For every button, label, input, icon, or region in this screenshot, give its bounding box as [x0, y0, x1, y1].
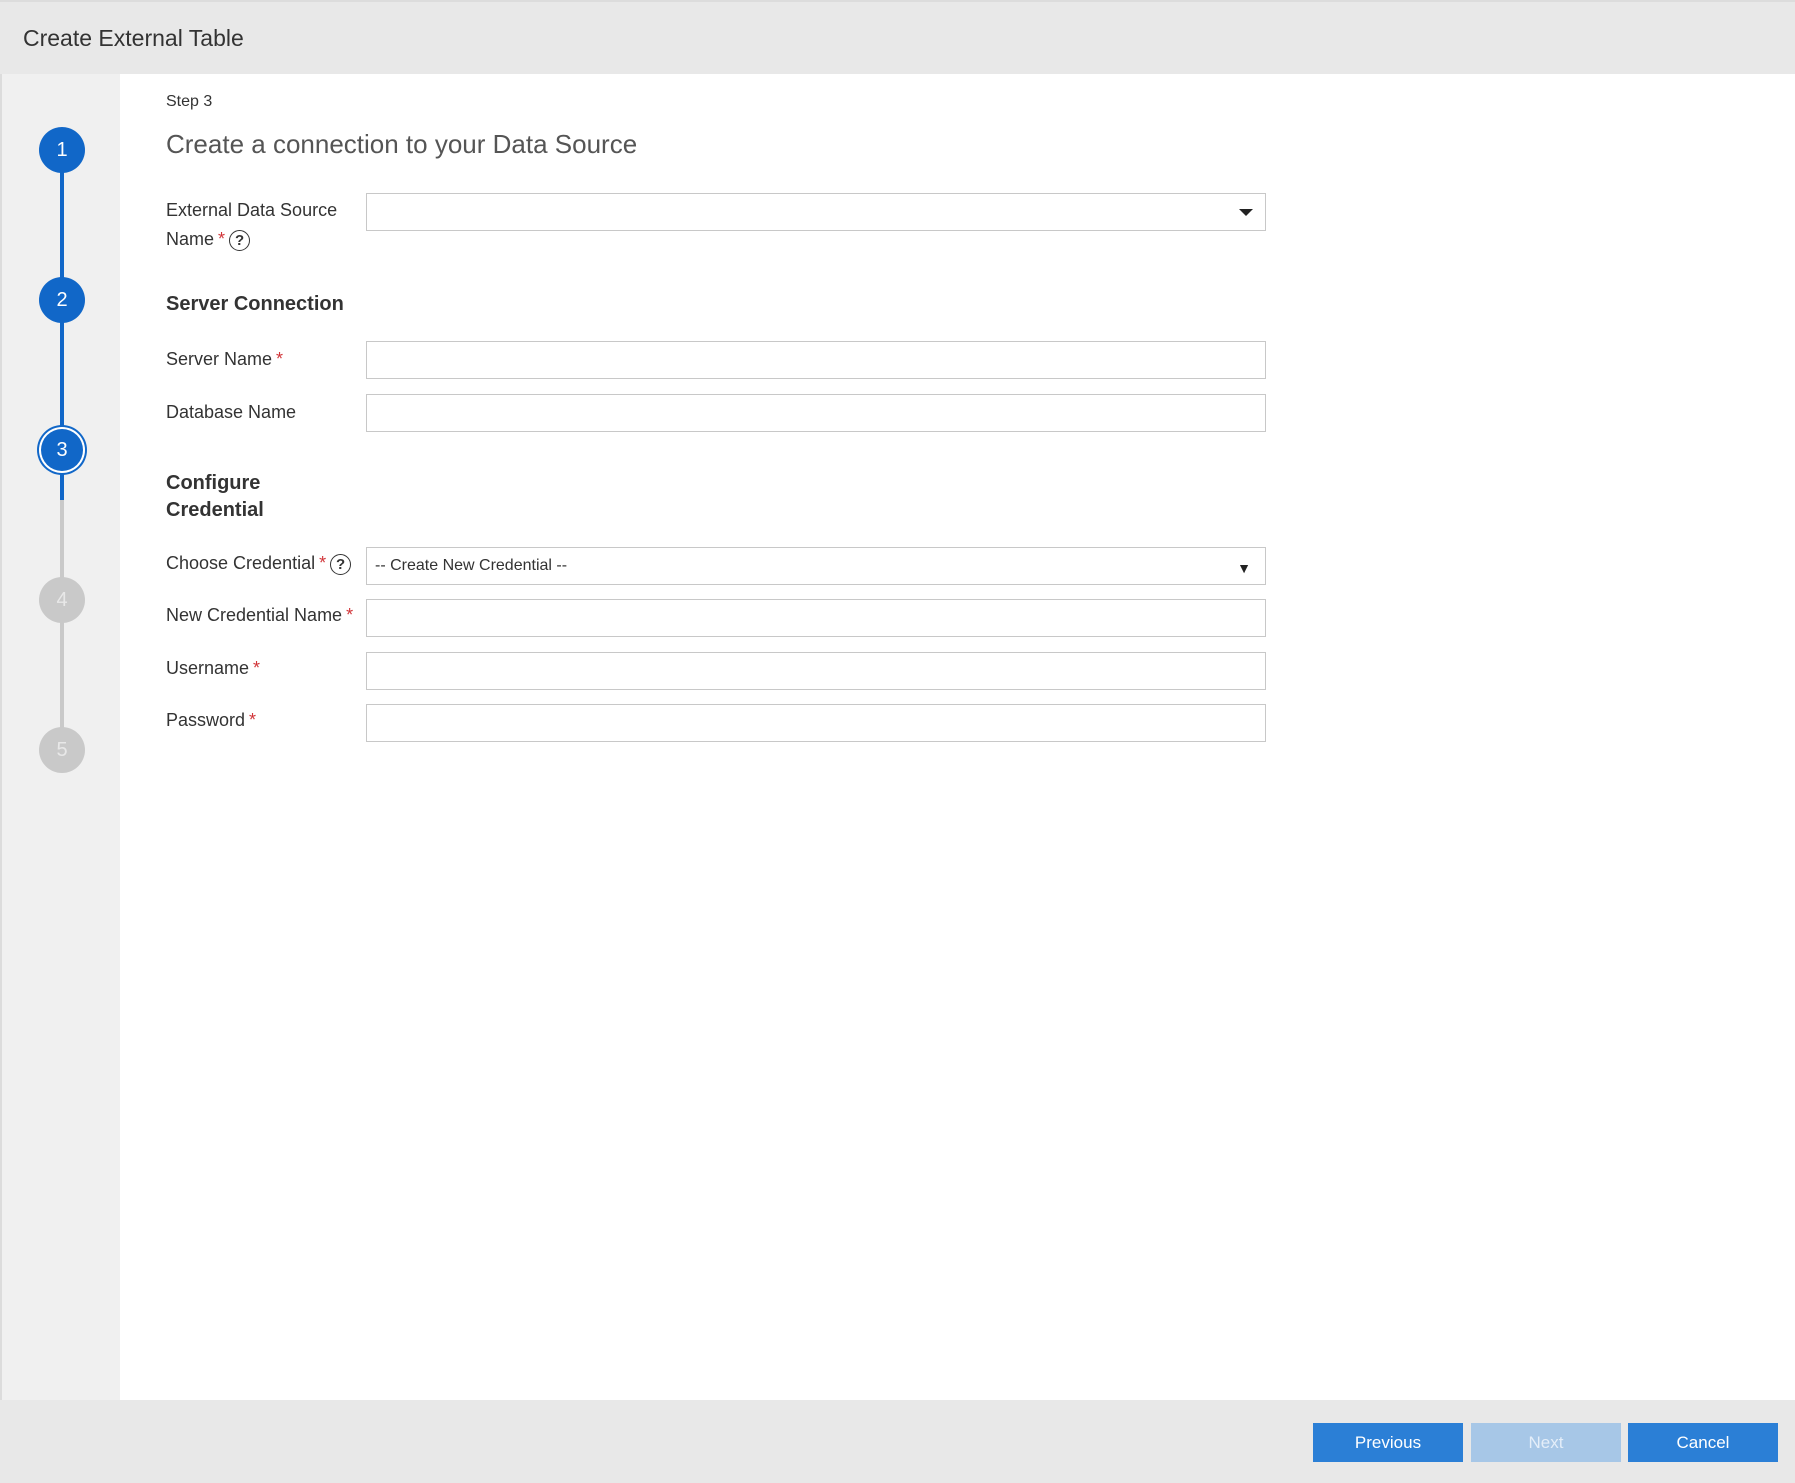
external-data-source-label-line2-row: Name *? — [166, 225, 337, 254]
dialog-footer: Previous Next Cancel — [0, 1400, 1795, 1483]
password-input[interactable] — [366, 704, 1266, 742]
configure-credential-heading: Configure Credential — [166, 470, 264, 524]
required-asterisk: * — [319, 553, 327, 573]
server-name-input[interactable] — [366, 341, 1266, 379]
database-name-label: Database Name — [166, 402, 297, 422]
step-5-number: 5 — [56, 738, 68, 761]
external-data-source-label-line2: Name — [166, 229, 215, 249]
server-name-label-row: Server Name * — [166, 345, 283, 374]
server-connection-heading: Server Connection — [166, 293, 344, 315]
step-2-circle[interactable]: 2 — [39, 277, 85, 323]
help-icon[interactable]: ? — [330, 553, 352, 575]
choose-credential-select[interactable]: -- Create New Credential -- ▼ — [366, 547, 1266, 585]
configure-credential-heading-line1: Configure — [166, 472, 261, 494]
dialog-title: Create External Table — [23, 24, 244, 51]
wizard-content: Step 3 Create a connection to your Data … — [120, 74, 1795, 1400]
choose-credential-label: Choose Credential — [166, 553, 316, 573]
step-5-circle: 5 — [39, 727, 85, 773]
step-4-number: 4 — [56, 588, 68, 611]
new-credential-name-label-row: New Credential Name * — [166, 601, 353, 630]
password-label: Password — [166, 710, 246, 730]
password-label-row: Password * — [166, 706, 256, 735]
step-3-number: 3 — [56, 438, 68, 461]
external-data-source-label: External Data Source Name *? — [166, 196, 337, 254]
step-1-circle[interactable]: 1 — [39, 127, 85, 173]
help-icon[interactable]: ? — [229, 229, 251, 251]
username-input[interactable] — [366, 652, 1266, 690]
step-label: Step 3 — [166, 93, 213, 110]
new-credential-name-input[interactable] — [366, 599, 1266, 637]
required-asterisk: * — [218, 229, 226, 249]
external-data-source-dropdown[interactable] — [366, 193, 1266, 231]
database-name-input[interactable] — [366, 394, 1266, 432]
step-2-number: 2 — [56, 288, 68, 311]
username-label: Username — [166, 658, 250, 678]
dropdown-arrow-icon: ▼ — [1237, 560, 1251, 576]
next-button[interactable]: Next — [1471, 1423, 1621, 1462]
required-asterisk: * — [249, 710, 257, 730]
username-label-row: Username * — [166, 654, 260, 683]
wizard-stepper: 1 2 3 4 5 — [0, 74, 120, 1400]
chevron-down-icon — [1239, 209, 1253, 216]
server-name-label: Server Name — [166, 349, 273, 369]
choose-credential-label-row: Choose Credential *? — [166, 549, 352, 578]
step-4-circle: 4 — [39, 577, 85, 623]
step-1-number: 1 — [56, 138, 68, 161]
external-data-source-label-line1: External Data Source — [166, 200, 338, 220]
required-asterisk: * — [253, 658, 261, 678]
configure-credential-heading-line2: Credential — [166, 499, 264, 521]
page-title: Create a connection to your Data Source — [166, 129, 638, 159]
new-credential-name-label: New Credential Name — [166, 605, 343, 625]
required-asterisk: * — [276, 349, 284, 369]
step-3-circle[interactable]: 3 — [39, 427, 85, 473]
dialog-titlebar: Create External Table — [0, 0, 1795, 74]
previous-button[interactable]: Previous — [1313, 1423, 1463, 1462]
required-asterisk: * — [346, 605, 354, 625]
choose-credential-selected: -- Create New Credential -- — [375, 557, 568, 574]
cancel-button[interactable]: Cancel — [1628, 1423, 1778, 1462]
